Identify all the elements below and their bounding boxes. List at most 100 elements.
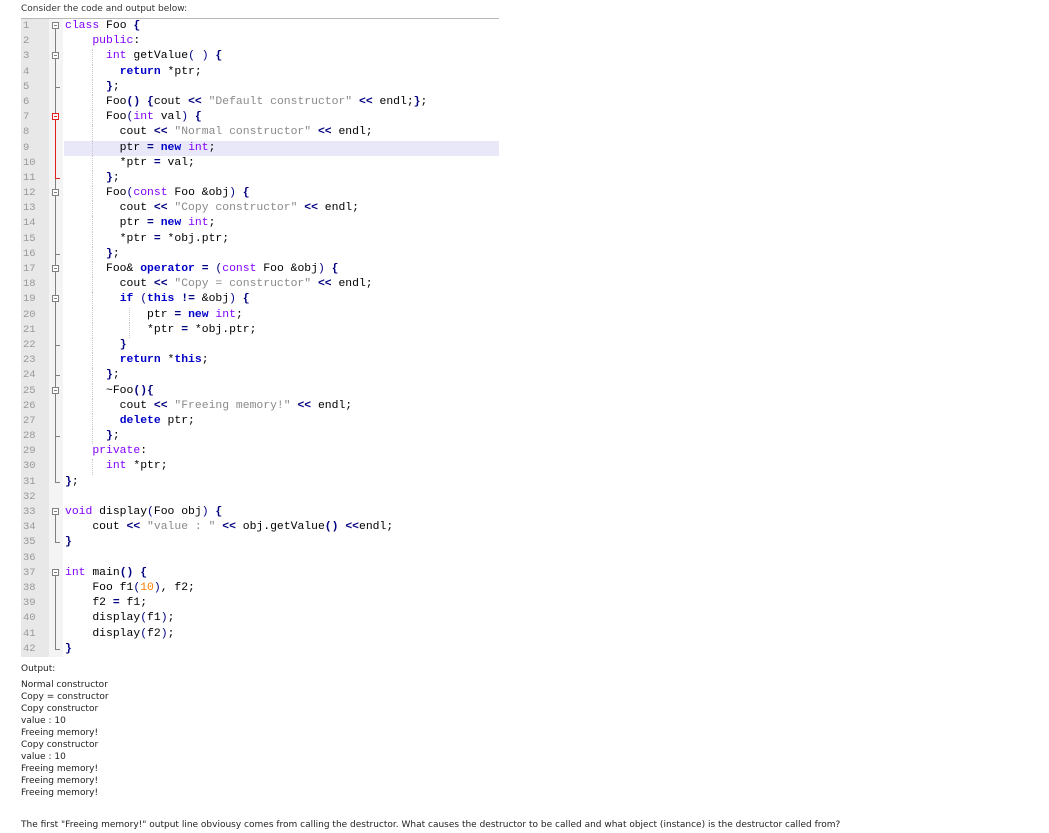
code-editor: 1 class Foo {2 public: 3 int getValue( ) {… — [21, 18, 499, 657]
line-number: 34 — [21, 520, 49, 536]
fold-toggle-icon[interactable] — [52, 568, 59, 576]
fold-margin — [49, 444, 63, 460]
line-number: 9 — [21, 140, 49, 156]
code-line: 7 Foo(int val) { — [21, 110, 499, 126]
code-line: 40 display(f1); — [21, 611, 499, 627]
code-line: 23 return *this; — [21, 353, 499, 369]
code-text: return *ptr; — [119, 65, 202, 78]
code-text: } — [119, 338, 127, 351]
code-text: *ptr = *obj.ptr; — [65, 232, 230, 245]
line-number: 1 — [21, 19, 49, 35]
line-number: 26 — [21, 398, 49, 414]
code-line: 14 ptr = new int; — [21, 216, 499, 232]
fold-margin — [49, 201, 63, 217]
fold-margin — [49, 413, 63, 430]
code-text: Foo(const Foo &obj) { — [65, 187, 250, 200]
output-line: Freeing memory! — [21, 776, 99, 786]
code-text: cout << "Copy constructor" << endl; — [65, 202, 359, 215]
line-number: 12 — [21, 186, 49, 202]
fold-toggle-icon[interactable] — [52, 386, 59, 394]
output-line: value : 10 — [21, 716, 66, 726]
code-line: 4 return *ptr; — [21, 64, 499, 80]
code-line: 30 int *ptr; — [21, 459, 499, 475]
code-text: *ptr = val; — [65, 156, 195, 169]
code-line: 37 int main() { — [21, 565, 499, 581]
line-number: 31 — [21, 474, 49, 490]
line-number: 28 — [21, 429, 49, 445]
fold-toggle-icon[interactable] — [52, 52, 59, 60]
fold-toggle-icon[interactable] — [52, 22, 59, 29]
code-text: Foo() {cout << "Default constructor" << … — [65, 95, 428, 108]
code-text: void display(Foo obj) { — [65, 506, 223, 518]
fold-margin — [49, 307, 63, 323]
code-text: }; — [106, 430, 120, 443]
code-text: int getValue( ) { — [106, 50, 223, 63]
code-line: 22 } — [21, 337, 499, 354]
code-text: class Foo { — [65, 20, 141, 32]
line-number: 19 — [21, 292, 49, 308]
code-line: 6 Foo() {cout << "Default constructor" <… — [21, 94, 499, 111]
code-line: 24 }; — [21, 368, 499, 384]
code-line: 25 ~Foo(){ — [21, 383, 499, 399]
code-text: cout << "value : " << obj.getValue() <<e… — [65, 521, 394, 534]
fold-margin — [49, 550, 63, 566]
code-line: 2 public: — [21, 34, 499, 50]
fold-margin — [49, 353, 63, 369]
fold-margin — [49, 216, 63, 232]
code-line: 11 }; — [21, 170, 499, 187]
line-number: 32 — [21, 489, 49, 505]
code-text: }; — [106, 171, 120, 184]
fold-margin — [49, 34, 63, 50]
line-number: 20 — [21, 307, 49, 323]
code-text: ~Foo(){ — [65, 384, 154, 397]
code-line: 17 Foo& operator = (const Foo &obj) { — [21, 262, 499, 278]
code-text: }; — [106, 80, 120, 93]
code-text: ptr = new int; — [65, 217, 216, 230]
fold-toggle-icon[interactable] — [52, 508, 59, 515]
code-text: if (this != &obj) { — [119, 293, 250, 306]
fold-margin — [49, 398, 63, 414]
code-line: 29 private: — [21, 444, 499, 460]
line-number: 37 — [21, 565, 49, 581]
code-line: 21 *ptr = *obj.ptr; — [21, 322, 499, 338]
code-text: }; — [65, 475, 79, 488]
line-number: 27 — [21, 413, 49, 430]
code-text: } — [65, 536, 72, 549]
line-number: 22 — [21, 337, 49, 354]
code-line: 34 cout << "value : " << obj.getValue() … — [21, 520, 499, 536]
code-line: 5 }; — [21, 79, 499, 95]
fold-toggle-icon[interactable] — [52, 295, 59, 303]
fold-toggle-icon[interactable] — [52, 189, 59, 197]
output-label: Output: — [21, 664, 56, 674]
code-text: return *this; — [119, 354, 209, 367]
code-line: 36 — [21, 550, 499, 566]
line-number: 2 — [21, 34, 49, 50]
fold-margin — [49, 64, 63, 80]
code-line: 42} — [21, 641, 499, 657]
line-number: 25 — [21, 383, 49, 399]
code-line: 41 display(f2); — [21, 626, 499, 642]
fold-margin — [49, 231, 63, 247]
line-number: 24 — [21, 368, 49, 384]
code-line: 32 — [21, 489, 499, 505]
code-text: Foo f1(10), f2; — [65, 581, 195, 594]
code-line: 12 Foo(const Foo &obj) { — [21, 186, 499, 202]
code-text: cout << "Freeing memory!" << endl; — [65, 399, 353, 412]
line-number: 15 — [21, 231, 49, 247]
fold-margin — [49, 140, 63, 156]
code-text: private: — [92, 445, 148, 458]
fold-margin — [49, 596, 63, 612]
code-line: 31}; — [21, 474, 499, 490]
code-line: 9 ptr = new int; — [21, 140, 499, 156]
output-section: Output: Normal constructor Copy = constru… — [21, 664, 109, 799]
code-line: 27 delete ptr; — [21, 413, 499, 430]
code-line: 16 }; — [21, 246, 499, 262]
fold-toggle-icon[interactable] — [52, 265, 59, 272]
fold-toggle-icon[interactable] — [52, 113, 59, 121]
code-text: public: — [92, 35, 141, 48]
line-number: 21 — [21, 322, 49, 338]
fold-margin — [49, 520, 63, 536]
line-number: 42 — [21, 641, 49, 657]
code-line: 18 cout << "Copy = constructor" << endl; — [21, 277, 499, 293]
code-line: 33 void display(Foo obj) { — [21, 505, 499, 521]
